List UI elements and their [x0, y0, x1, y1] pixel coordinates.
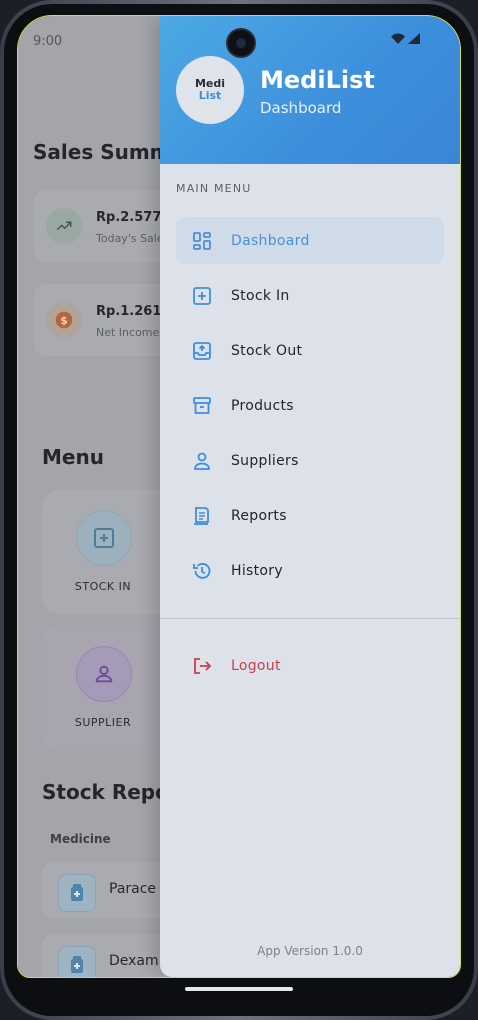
- signal-icon: [408, 33, 420, 44]
- medicine-name: Dexam: [109, 953, 159, 969]
- logout-icon: [192, 656, 212, 676]
- drawer-item-label: Stock Out: [231, 342, 303, 359]
- medicine-name: Parace: [109, 881, 157, 897]
- status-icons: [391, 33, 420, 44]
- stock-report-title: Stock Repor: [42, 780, 179, 804]
- drawer-item-products[interactable]: Products: [176, 382, 444, 429]
- drawer-header: Medi List MediList Dashboard: [160, 16, 460, 164]
- table-header-medicine: Medicine: [50, 832, 111, 846]
- drawer-item-label: Reports: [231, 507, 287, 524]
- screen: 9:00 Sales Summ Rp.2.577. Today's Sale $…: [17, 15, 461, 978]
- inbox-out-icon: [192, 341, 212, 361]
- logout-label: Logout: [231, 658, 281, 674]
- navigation-drawer: Medi List MediList Dashboard MAIN MENU D…: [160, 16, 460, 977]
- drawer-item-history[interactable]: History: [176, 547, 444, 594]
- pill-icon: [58, 874, 96, 912]
- drawer-item-label: Products: [231, 397, 294, 414]
- camera-cutout: [226, 28, 256, 58]
- menu-divider: [160, 618, 460, 619]
- today-sales-amount: Rp.2.577.: [96, 210, 167, 225]
- wifi-icon: [391, 33, 405, 44]
- drawer-item-label: History: [231, 562, 283, 579]
- net-income-caption: Net Income: [96, 326, 160, 339]
- drawer-item-stock-in[interactable]: Stock In: [176, 272, 444, 319]
- section-label-main-menu: MAIN MENU: [176, 182, 252, 195]
- app-title: MediList: [260, 66, 375, 94]
- drawer-item-label: Suppliers: [231, 452, 299, 469]
- dollar-icon: $: [46, 302, 82, 338]
- logo-text-list: List: [198, 89, 222, 102]
- person-icon: [192, 451, 212, 471]
- drawer-item-suppliers[interactable]: Suppliers: [176, 437, 444, 484]
- drawer-item-reports[interactable]: Reports: [176, 492, 444, 539]
- logout-button[interactable]: Logout: [176, 643, 444, 689]
- app-subtitle: Dashboard: [260, 99, 342, 117]
- menu-title: Menu: [42, 445, 104, 469]
- today-sales-caption: Today's Sale: [96, 232, 164, 245]
- archive-icon: [192, 396, 212, 416]
- pill-icon: [58, 946, 96, 977]
- person-icon: [76, 646, 132, 702]
- drawer-item-label: Stock In: [231, 287, 290, 304]
- status-time: 9:00: [33, 34, 63, 49]
- add-box-icon: [76, 510, 132, 566]
- trending-up-icon: [46, 208, 82, 244]
- report-icon: [192, 506, 212, 526]
- history-icon: [192, 561, 212, 581]
- drawer-menu: Dashboard Stock In Stock Out Products Su…: [176, 217, 444, 602]
- add-box-icon: [192, 286, 212, 306]
- menu-tile-supplier-label: SUPPLIER: [74, 716, 132, 729]
- menu-tile-stock-in-label: STOCK IN: [74, 580, 132, 593]
- drawer-item-dashboard[interactable]: Dashboard: [176, 217, 444, 264]
- drawer-item-label: Dashboard: [231, 232, 310, 249]
- home-indicator[interactable]: [185, 987, 293, 991]
- app-version: App Version 1.0.0: [257, 944, 363, 958]
- svg-text:$: $: [60, 314, 68, 327]
- sales-summary-title: Sales Summ: [33, 140, 171, 164]
- app-logo: Medi List: [176, 56, 244, 124]
- drawer-item-stock-out[interactable]: Stock Out: [176, 327, 444, 374]
- dashboard-icon: [192, 231, 212, 251]
